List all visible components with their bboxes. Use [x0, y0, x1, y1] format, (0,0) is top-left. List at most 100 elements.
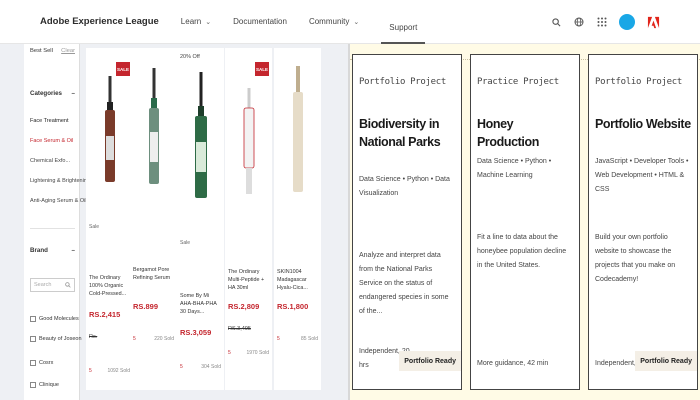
product-image — [194, 72, 207, 198]
rating-value: 5 — [180, 364, 183, 370]
project-topics: Data Science • Python • Machine Learning — [477, 158, 552, 179]
project-footer: Independent, 6 hrs Portfolio Ready — [589, 345, 697, 385]
nav-item-label: Community — [308, 17, 350, 26]
product-name[interactable]: The Ordinary Multi-Peptide + HA 30ml — [228, 268, 270, 292]
brand-checkbox[interactable]: Clinique — [30, 382, 59, 388]
project-card[interactable]: Practice Project Honey Production Data S… — [470, 54, 580, 390]
project-card[interactable]: Portfolio Project Portfolio Website Java… — [588, 54, 698, 390]
brand-header[interactable]: Brand – — [30, 247, 75, 254]
project-description: Analyze and interpret data from the Nati… — [359, 252, 449, 315]
adobe-logo-icon[interactable] — [646, 15, 660, 29]
project-cards-pane: Portfolio Project Biodiversity in Nation… — [350, 44, 700, 400]
rating-value: 5 — [133, 336, 136, 342]
category-item[interactable]: Anti-Aging Serum & Oil — [30, 198, 87, 204]
nav-item-documentation[interactable]: Documentation — [233, 0, 287, 44]
category-item[interactable]: Face Serum & Oil — [30, 138, 73, 144]
product-card[interactable]: Bergamot Pore Refining Serum RS.899 5 220… — [130, 48, 177, 390]
brand-checkbox[interactable]: Cosrx — [30, 360, 53, 366]
project-title[interactable]: Portfolio Website — [595, 115, 691, 133]
project-card[interactable]: Portfolio Project Biodiversity in Nation… — [352, 54, 462, 390]
collapse-icon[interactable]: – — [72, 90, 75, 97]
collapse-icon[interactable]: – — [72, 247, 75, 254]
product-tag: Sale — [89, 224, 100, 230]
sold-count: 304 Sold — [201, 364, 221, 370]
brand-checkbox[interactable]: Good Molecules — [30, 316, 79, 322]
discount-label: 20% Off — [180, 54, 200, 60]
product-original-price: RS.3,495 — [228, 326, 251, 332]
top-navigation: Adobe Experience League Learn ⌄ Document… — [0, 0, 700, 44]
project-topics: Data Science • Python • Data Visualizati… — [359, 176, 450, 197]
product-image — [292, 66, 303, 192]
product-rating: 5 304 Sold — [180, 364, 221, 370]
product-card[interactable]: 20% Off Sale Some By Mi AHA-BHA-PHA 30 D… — [177, 48, 224, 390]
sold-count: 1092 Sold — [107, 368, 130, 374]
project-description: Build your own portfolio website to show… — [595, 234, 676, 283]
project-topics: JavaScript • Developer Tools • Web Devel… — [595, 158, 689, 193]
product-price: RS.1,800 — [277, 302, 309, 311]
product-image — [104, 76, 115, 182]
nav-item-support[interactable]: Support — [381, 14, 426, 44]
filter-sidebar: Best Sell Clear Categories – Face Treatm… — [24, 44, 90, 400]
checkbox[interactable] — [30, 316, 36, 322]
project-duration: More guidance, 42 min — [477, 360, 549, 367]
brand-label: Beauty of Joseon — [39, 336, 82, 342]
nav-item-label: Documentation — [233, 17, 287, 26]
product-name[interactable]: Some By Mi AHA-BHA-PHA 30 Days... — [180, 292, 222, 316]
portfolio-ready-badge: Portfolio Ready — [635, 351, 697, 371]
brand-title: Brand — [30, 247, 48, 254]
product-rating: 5 85 Sold — [277, 336, 318, 342]
product-image — [148, 68, 159, 184]
chevron-down-icon: ⌄ — [353, 18, 360, 26]
category-item[interactable]: Chemical Exfo... — [30, 158, 70, 164]
product-rating: 5 1970 Sold — [228, 350, 269, 356]
product-image — [243, 88, 254, 194]
nav-item-community[interactable]: Community ⌄ — [309, 0, 359, 44]
rating-value: 5 — [277, 336, 280, 342]
nav-item-learn[interactable]: Learn ⌄ — [181, 0, 211, 44]
nav-utilities — [550, 0, 660, 44]
portfolio-ready-badge: Portfolio Ready — [399, 351, 461, 371]
category-item[interactable]: Lightening & Brightening — [30, 178, 90, 184]
apps-grid-icon[interactable] — [596, 16, 608, 28]
product-price: RS.3,059 — [180, 328, 212, 337]
avatar[interactable] — [619, 14, 635, 30]
product-rating: 5 220 Sold — [133, 336, 174, 342]
category-item[interactable]: Face Treatment — [30, 118, 69, 124]
sale-badge: SALE — [116, 62, 130, 76]
brand-search-input[interactable]: Search — [30, 278, 75, 292]
checkbox[interactable] — [30, 360, 36, 366]
search-icon[interactable] — [550, 16, 562, 28]
nav-item-label: Learn — [180, 17, 202, 26]
product-price: RS.2,809 — [228, 302, 260, 311]
product-price: RS.2,415 — [89, 310, 121, 319]
site-brand[interactable]: Adobe Experience League — [40, 16, 159, 27]
sort-label[interactable]: Best Sell — [30, 48, 53, 54]
clear-link[interactable]: Clear — [61, 48, 75, 54]
product-name[interactable]: SKIN1004 Madagascar Hyalu-Cica... — [277, 268, 319, 292]
brand-checkbox[interactable]: Beauty of Joseon — [30, 336, 82, 342]
sort-row: Best Sell Clear — [30, 48, 75, 54]
nav-item-label: Support — [389, 23, 418, 32]
categories-header[interactable]: Categories – — [30, 90, 75, 97]
project-type: Portfolio Project — [359, 77, 447, 87]
product-name[interactable]: The Ordinary 100% Organic Cold-Pressed..… — [89, 274, 131, 298]
product-tag: Sale — [180, 240, 191, 246]
brand-label: Clinique — [39, 382, 59, 388]
sold-count: 85 Sold — [301, 336, 318, 342]
checkbox[interactable] — [30, 336, 36, 342]
checkbox[interactable] — [30, 382, 36, 388]
categories-title: Categories — [30, 90, 62, 97]
product-card[interactable]: SKIN1004 Madagascar Hyalu-Cica... RS.1,8… — [274, 48, 321, 390]
project-description: Fit a line to data about the honeybee po… — [477, 234, 567, 269]
product-card[interactable]: SALE Sale The Ordinary 100% Organic Cold… — [86, 48, 133, 390]
project-title[interactable]: Honey Production — [477, 115, 573, 151]
product-name[interactable]: Bergamot Pore Refining Serum — [133, 266, 175, 282]
product-original-price: Rs. — [89, 334, 98, 340]
project-type: Practice Project — [477, 77, 559, 87]
sold-count: 220 Sold — [154, 336, 174, 342]
project-title[interactable]: Biodiversity in National Parks — [359, 115, 455, 151]
product-card[interactable]: SALE The Ordinary Multi-Peptide + HA 30m… — [225, 48, 272, 390]
globe-icon[interactable] — [573, 16, 585, 28]
sale-badge: SALE — [255, 62, 269, 76]
rating-value: 5 — [89, 368, 92, 374]
